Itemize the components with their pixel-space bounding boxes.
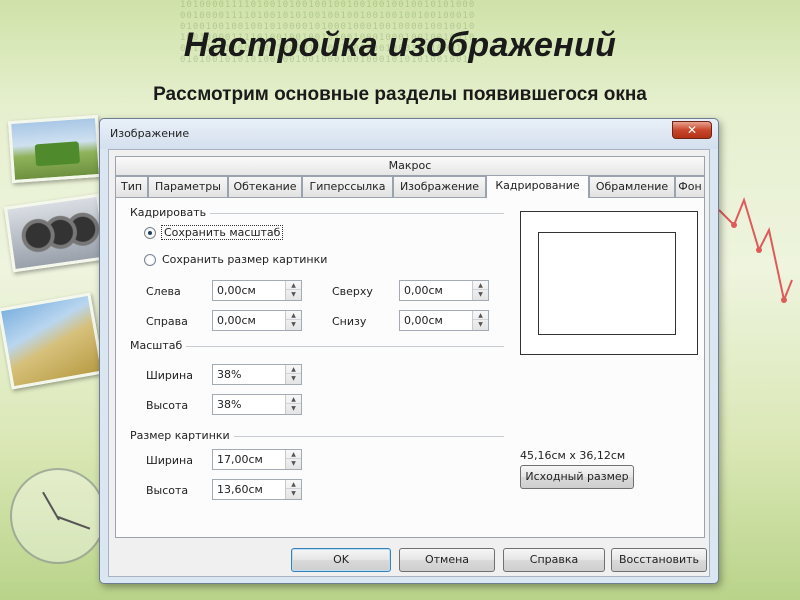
tab-macro[interactable]: Макрос	[115, 156, 705, 176]
ok-button[interactable]: OK	[291, 548, 391, 572]
crop-preview-image	[538, 232, 676, 335]
image-size-group-label: Размер картинки	[130, 429, 234, 442]
tab-wrap[interactable]: Обтекание	[228, 176, 302, 197]
spin-up-icon[interactable]: ▲	[286, 450, 301, 459]
spin-buttons[interactable]: ▲ ▼	[285, 311, 301, 330]
crop-preview	[520, 211, 698, 355]
close-button[interactable]: ✕	[672, 121, 712, 139]
crop-group-label: Кадрировать	[130, 206, 211, 219]
spin-down-icon[interactable]: ▼	[286, 320, 301, 329]
spin-up-icon[interactable]: ▲	[286, 480, 301, 489]
spin-up-icon[interactable]: ▲	[473, 311, 488, 320]
slide-title: Настройка изображений	[183, 26, 617, 64]
cancel-button[interactable]: Отмена	[399, 548, 495, 572]
dialog-titlebar[interactable]: Изображение ✕	[100, 119, 718, 149]
spin-down-icon[interactable]: ▼	[286, 459, 301, 468]
line-graph-decoration	[718, 196, 793, 304]
spin-buttons[interactable]: ▲ ▼	[285, 395, 301, 414]
crop-top-value: 0,00см	[404, 284, 443, 297]
crop-left-label: Слева	[146, 285, 181, 298]
crop-bottom-label: Снизу	[332, 315, 367, 328]
spin-down-icon[interactable]: ▼	[473, 320, 488, 329]
spin-down-icon[interactable]: ▼	[286, 404, 301, 413]
crop-right-value: 0,00см	[217, 314, 256, 327]
spin-up-icon[interactable]: ▲	[286, 365, 301, 374]
crop-bottom-spinbox[interactable]: 0,00см ▲ ▼	[399, 310, 489, 331]
spin-down-icon[interactable]: ▼	[286, 489, 301, 498]
crop-left-spinbox[interactable]: 0,00см ▲ ▼	[212, 280, 302, 301]
spin-up-icon[interactable]: ▲	[473, 281, 488, 290]
image-width-value: 17,00см	[217, 453, 263, 466]
spin-up-icon[interactable]: ▲	[286, 281, 301, 290]
tab-area: Макрос Тип Параметры Обтекание Гиперссыл…	[115, 156, 705, 538]
dialog-title: Изображение	[110, 127, 190, 140]
crop-right-label: Справа	[146, 315, 188, 328]
keep-scale-label: Сохранить масштаб	[160, 225, 284, 240]
scale-height-value: 38%	[217, 398, 242, 411]
spin-buttons[interactable]: ▲ ▼	[285, 480, 301, 499]
clock-decoration	[10, 468, 106, 564]
tab-crop[interactable]: Кадрирование	[486, 175, 589, 198]
keep-size-label: Сохранить размер картинки	[162, 253, 328, 266]
harvester-photo	[7, 114, 103, 184]
keep-size-radio[interactable]: Сохранить размер картинки	[144, 253, 327, 266]
tab-image[interactable]: Изображение	[393, 176, 486, 197]
crop-top-spinbox[interactable]: 0,00см ▲ ▼	[399, 280, 489, 301]
radio-unchecked-icon	[144, 253, 156, 266]
spin-buttons[interactable]: ▲ ▼	[285, 450, 301, 469]
spin-buttons[interactable]: ▲ ▼	[285, 281, 301, 300]
spin-up-icon[interactable]: ▲	[286, 395, 301, 404]
spin-down-icon[interactable]: ▼	[473, 290, 488, 299]
binary-line: 1010000111101001010010010010010010010010…	[180, 0, 476, 10]
tyres-photo	[3, 193, 109, 273]
image-dialog: Изображение ✕ Макрос Тип Параметры Обтек…	[99, 118, 719, 584]
binary-line: 0010000111101001010100100100100100100100…	[180, 11, 476, 21]
help-button[interactable]: Справка	[503, 548, 605, 572]
reset-button[interactable]: Восстановить	[611, 548, 707, 572]
original-size-readout: 45,16см x 36,12см	[520, 449, 626, 462]
spin-buttons[interactable]: ▲ ▼	[472, 281, 488, 300]
spin-buttons[interactable]: ▲ ▼	[472, 311, 488, 330]
spin-down-icon[interactable]: ▼	[286, 290, 301, 299]
image-height-spinbox[interactable]: 13,60см ▲ ▼	[212, 479, 302, 500]
image-height-label: Высота	[146, 484, 189, 497]
crop-panel: Кадрировать Сохранить масштаб Сохранить …	[115, 197, 705, 538]
slide-subtitle: Рассмотрим основные разделы появившегося…	[153, 84, 647, 105]
scale-height-spinbox[interactable]: 38% ▲ ▼	[212, 394, 302, 415]
tab-background[interactable]: Фон	[675, 176, 705, 197]
tab-row: Тип Параметры Обтекание Гиперссылка Изоб…	[115, 175, 705, 198]
scale-width-spinbox[interactable]: 38% ▲ ▼	[212, 364, 302, 385]
scale-height-label: Высота	[146, 399, 189, 412]
dialog-client: Макрос Тип Параметры Обтекание Гиперссыл…	[108, 149, 710, 577]
spin-down-icon[interactable]: ▼	[286, 374, 301, 383]
tab-type[interactable]: Тип	[115, 176, 148, 197]
crop-left-value: 0,00см	[217, 284, 256, 297]
image-width-spinbox[interactable]: 17,00см ▲ ▼	[212, 449, 302, 470]
crop-right-spinbox[interactable]: 0,00см ▲ ▼	[212, 310, 302, 331]
spin-up-icon[interactable]: ▲	[286, 311, 301, 320]
image-width-label: Ширина	[146, 454, 193, 467]
radio-checked-icon	[144, 226, 156, 239]
keep-scale-radio[interactable]: Сохранить масштаб	[144, 225, 284, 240]
close-icon: ✕	[686, 123, 698, 137]
scale-group-label: Масштаб	[130, 339, 187, 352]
image-height-value: 13,60см	[217, 483, 263, 496]
tab-hyperlink[interactable]: Гиперссылка	[302, 176, 393, 197]
tab-parameters[interactable]: Параметры	[148, 176, 228, 197]
crop-bottom-value: 0,00см	[404, 314, 443, 327]
tab-borders[interactable]: Обрамление	[589, 176, 675, 197]
scale-width-label: Ширина	[146, 369, 193, 382]
original-size-button[interactable]: Исходный размер	[520, 465, 634, 489]
spin-buttons[interactable]: ▲ ▼	[285, 365, 301, 384]
wheat-photo	[0, 292, 105, 390]
scale-width-value: 38%	[217, 368, 242, 381]
crop-top-label: Сверху	[332, 285, 373, 298]
